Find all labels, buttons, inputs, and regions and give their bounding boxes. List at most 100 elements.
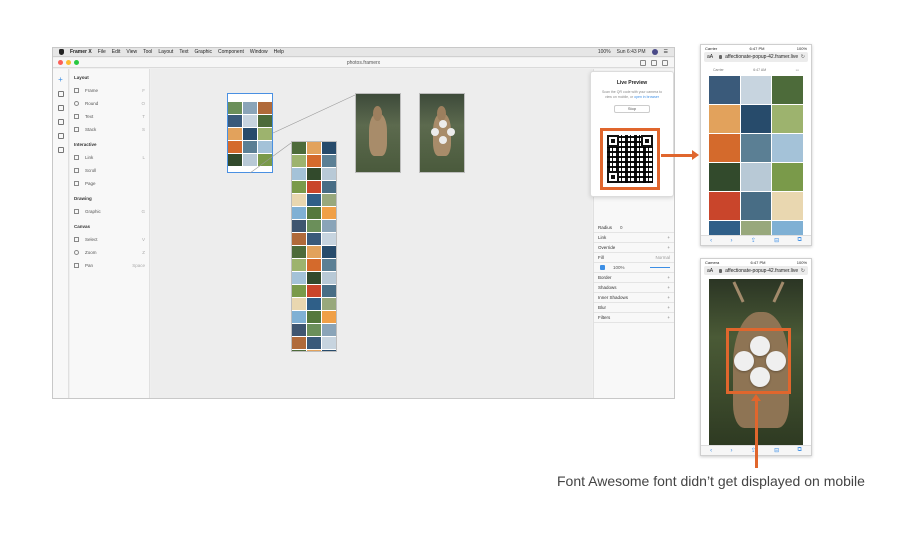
fill-swatch-icon[interactable]: [600, 265, 605, 270]
back-icon[interactable]: ‹: [710, 238, 712, 244]
back-icon[interactable]: ‹: [710, 448, 712, 454]
menu-layout[interactable]: Layout: [158, 48, 173, 57]
add-inner-shadow-icon[interactable]: +: [667, 295, 670, 300]
blur-row[interactable]: Blur +: [594, 303, 674, 313]
clock[interactable]: Sun 6:43 PM: [617, 48, 646, 57]
tabs-icon[interactable]: ⧉: [798, 447, 802, 454]
round-button[interactable]: [750, 367, 770, 387]
radius-value[interactable]: 0: [620, 225, 623, 230]
play-preview-icon[interactable]: [640, 59, 646, 66]
opacity-value[interactable]: 100%: [613, 265, 625, 270]
bookmarks-icon[interactable]: ⊟: [774, 447, 779, 454]
tool-graphic[interactable]: Graphic G: [74, 209, 149, 214]
photo-thumbnail[interactable]: [740, 163, 772, 191]
photo-thumbnail[interactable]: [709, 192, 740, 220]
tool-scroll[interactable]: Scroll: [74, 168, 149, 173]
add-link-icon[interactable]: +: [667, 235, 670, 240]
url-text[interactable]: affectionate-popup-42.framer.live: [725, 54, 798, 60]
photo-thumbnail[interactable]: [709, 76, 740, 104]
device-preview-icon[interactable]: [651, 59, 657, 66]
photo-thumbnail[interactable]: [740, 105, 772, 133]
radius-row[interactable]: Radius 0: [594, 223, 674, 233]
hierarchy-icon[interactable]: [57, 147, 64, 153]
add-blur-icon[interactable]: +: [667, 305, 670, 310]
tool-text[interactable]: Text T: [74, 114, 149, 119]
photo-thumbnail[interactable]: [709, 163, 740, 191]
code-icon[interactable]: [57, 119, 64, 125]
border-row[interactable]: Border +: [594, 273, 674, 283]
store-icon[interactable]: [57, 133, 64, 139]
menu-tool[interactable]: Tool: [143, 48, 152, 57]
reload-icon[interactable]: ↻: [801, 268, 805, 274]
photo-thumbnail[interactable]: [772, 105, 803, 133]
photo-thumbnail[interactable]: [772, 163, 803, 191]
tool-zoom[interactable]: Zoom Z: [74, 250, 149, 255]
forward-icon[interactable]: ›: [730, 238, 732, 244]
reader-aa-icon[interactable]: aA: [707, 268, 713, 274]
photo-thumbnail[interactable]: [709, 105, 740, 133]
tool-frame[interactable]: Frame F: [74, 88, 149, 93]
photo-thumbnail[interactable]: [772, 192, 803, 220]
menu-edit[interactable]: Edit: [112, 48, 121, 57]
photo-thumbnail[interactable]: [740, 76, 772, 104]
user-avatar-icon[interactable]: [651, 49, 658, 55]
text-icon: [74, 114, 79, 119]
fill-type[interactable]: Normal: [655, 255, 670, 260]
link-row[interactable]: Link +: [594, 233, 674, 243]
menu-app-name[interactable]: Framer X: [70, 48, 92, 57]
tool-select[interactable]: Select V: [74, 237, 149, 242]
add-shadow-icon[interactable]: +: [667, 285, 670, 290]
inner-shadows-row[interactable]: Inner Shadows +: [594, 293, 674, 303]
menu-file[interactable]: File: [98, 48, 106, 57]
tabs-icon[interactable]: ⧉: [798, 237, 802, 244]
zoom-window-icon[interactable]: [74, 60, 79, 65]
comment-icon[interactable]: [662, 59, 668, 66]
round-button[interactable]: [750, 336, 770, 356]
reader-aa-icon[interactable]: aA: [707, 54, 713, 60]
minimize-window-icon[interactable]: [66, 60, 71, 65]
components-icon[interactable]: [57, 105, 64, 111]
open-in-browser-link[interactable]: open in browser: [634, 95, 659, 99]
fill-row[interactable]: Fill Normal: [594, 253, 674, 263]
add-filter-icon[interactable]: +: [667, 315, 670, 320]
round-button[interactable]: [766, 351, 786, 371]
photo-thumbnail[interactable]: [740, 192, 772, 220]
photo-thumbnail[interactable]: [740, 134, 772, 162]
apple-icon[interactable]: [59, 49, 64, 55]
add-override-icon[interactable]: +: [667, 245, 670, 250]
opacity-row[interactable]: 100%: [594, 263, 674, 273]
menu-view[interactable]: View: [126, 48, 137, 57]
stop-preview-button[interactable]: Stop: [614, 105, 650, 113]
design-canvas[interactable]: [151, 69, 592, 398]
menu-graphic[interactable]: Graphic: [195, 48, 213, 57]
tool-page[interactable]: Page: [74, 181, 149, 186]
tool-pan[interactable]: Pan Space: [74, 263, 149, 268]
photo-thumbnail[interactable]: [772, 134, 803, 162]
share-icon[interactable]: ⇪: [751, 237, 756, 244]
override-row[interactable]: Override +: [594, 243, 674, 253]
menu-help[interactable]: Help: [274, 48, 284, 57]
photo-thumbnail[interactable]: [772, 76, 803, 104]
tool-stack[interactable]: Stack S: [74, 127, 149, 132]
tool-round[interactable]: Round O: [74, 101, 149, 106]
layers-icon[interactable]: [57, 91, 64, 97]
add-border-icon[interactable]: +: [667, 275, 670, 280]
opacity-slider[interactable]: [650, 267, 670, 268]
filters-row[interactable]: Filters +: [594, 313, 674, 323]
forward-icon[interactable]: ›: [730, 448, 732, 454]
safari-url-bar[interactable]: aA affectionate-popup-42.framer.live ↻: [704, 266, 808, 275]
round-button[interactable]: [734, 351, 754, 371]
menu-window[interactable]: Window: [250, 48, 268, 57]
menu-text[interactable]: Text: [179, 48, 188, 57]
reload-icon[interactable]: ↻: [801, 54, 805, 60]
shadows-row[interactable]: Shadows +: [594, 283, 674, 293]
menu-component[interactable]: Component: [218, 48, 244, 57]
safari-url-bar[interactable]: aA affectionate-popup-42.framer.live ↻: [704, 52, 808, 62]
menu-list-icon[interactable]: ☰: [664, 48, 668, 57]
bookmarks-icon[interactable]: ⊟: [774, 237, 779, 244]
url-text[interactable]: affectionate-popup-42.framer.live: [725, 268, 798, 274]
close-window-icon[interactable]: [58, 60, 63, 65]
tool-link[interactable]: Link L: [74, 155, 149, 160]
photo-thumbnail[interactable]: [709, 134, 740, 162]
insert-plus-icon[interactable]: +: [58, 76, 64, 84]
